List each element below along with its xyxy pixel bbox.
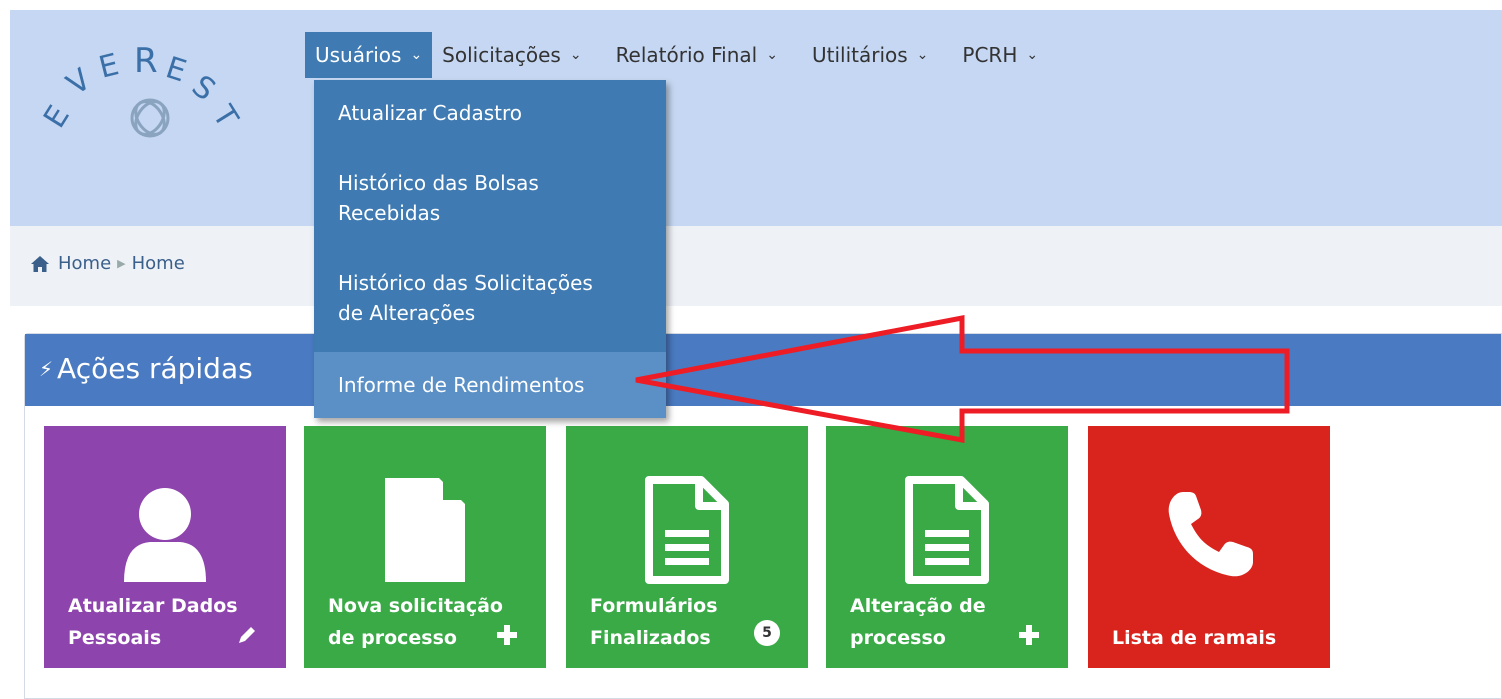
panel-title-text: Ações rápidas	[57, 352, 253, 385]
menu-item-atualizar-cadastro[interactable]: Atualizar Cadastro	[314, 98, 666, 128]
menu-item-informe-rendimentos[interactable]: Informe de Rendimentos	[314, 352, 666, 418]
tile-lista-ramais[interactable]: Lista de ramais	[1088, 426, 1330, 668]
menu-item-text: Histórico das Bolsas	[338, 171, 539, 195]
chevron-down-icon: ⌄	[766, 47, 778, 63]
panel-header: ⚡︎ Ações rápidas	[25, 334, 1501, 406]
svg-text:V: V	[61, 62, 98, 103]
svg-text:T: T	[205, 99, 245, 135]
nav-label: PCRH	[962, 43, 1018, 67]
svg-text:R: R	[134, 41, 158, 81]
count-badge: 5	[754, 620, 780, 646]
nav-pcrh[interactable]: PCRH ⌄	[952, 32, 1048, 78]
tile-label-line: Pessoais	[68, 627, 162, 649]
menu-item-text: Informe de Rendimentos	[338, 373, 585, 397]
menu-item-historico-solicitacoes[interactable]: Histórico das Solicitações de Alterações	[314, 268, 666, 328]
chevron-down-icon: ⌄	[569, 47, 582, 63]
breadcrumb-bar: Home ▶ Home	[10, 226, 1502, 306]
chevron-down-icon: ⌄	[1026, 47, 1039, 63]
breadcrumb-item-current: Home	[131, 253, 185, 274]
menu-item-text: Atualizar Cadastro	[338, 101, 523, 125]
svg-text:E: E	[162, 50, 191, 89]
tile-label-line: Nova solicitação	[328, 595, 503, 617]
tile-label: Formulários Finalizados	[590, 590, 718, 654]
usuarios-dropdown-menu: Atualizar Cadastro Histórico das Bolsas …	[314, 80, 666, 418]
tile-label: Nova solicitação de processo	[328, 590, 503, 654]
everest-logo[interactable]: E V E R E S T	[38, 32, 258, 152]
tile-label-line: Formulários	[590, 595, 718, 617]
home-icon	[31, 255, 49, 272]
top-header: E V E R E S T Usuários ⌄ Solicitações ⌄ …	[10, 10, 1502, 226]
breadcrumb: Home ▶ Home	[30, 253, 185, 274]
svg-text:E: E	[95, 47, 122, 86]
nav-utilitarios[interactable]: Utilitários ⌄	[802, 32, 938, 78]
tile-label-line: Lista de ramais	[1112, 627, 1277, 649]
plus-icon	[1019, 625, 1039, 645]
caret-right-icon: ▶	[117, 257, 126, 270]
tile-atualizar-dados[interactable]: Atualizar Dados Pessoais	[44, 426, 286, 668]
file-icon	[385, 478, 465, 582]
svg-text:S: S	[185, 69, 222, 108]
tile-label: Lista de ramais	[1112, 622, 1276, 654]
user-icon	[124, 488, 206, 582]
plus-icon	[497, 625, 517, 645]
nav-label: Relatório Final	[615, 43, 758, 67]
tile-label-line: de processo	[328, 627, 457, 649]
nav-label: Usuários	[315, 43, 402, 67]
phone-icon	[1168, 492, 1253, 577]
tile-label-line: processo	[850, 627, 946, 649]
tile-label-line: Finalizados	[590, 627, 711, 649]
menu-item-text: Recebidas	[338, 201, 441, 225]
nav-label: Solicitações	[442, 43, 561, 67]
tile-alteracao-processo[interactable]: Alteração de processo	[826, 426, 1068, 668]
bolt-icon: ⚡︎	[39, 356, 54, 381]
panel-title: ⚡︎ Ações rápidas	[39, 352, 253, 385]
menu-item-historico-bolsas[interactable]: Histórico das Bolsas Recebidas	[314, 168, 666, 228]
pencil-icon	[239, 627, 255, 643]
file-text-icon	[645, 476, 729, 584]
tile-nova-solicitacao[interactable]: Nova solicitação de processo	[304, 426, 546, 668]
tile-label-line: Alteração de	[850, 595, 986, 617]
chevron-down-icon: ⌄	[410, 47, 423, 63]
svg-text:E: E	[38, 100, 77, 135]
tile-label-line: Atualizar Dados	[68, 595, 238, 617]
nav-label: Utilitários	[811, 43, 908, 67]
nav-relatorio-final[interactable]: Relatório Final ⌄	[606, 32, 788, 78]
file-text-icon	[905, 476, 989, 584]
tile-label: Atualizar Dados Pessoais	[68, 590, 238, 654]
main-nav: Usuários ⌄ Solicitações ⌄ Relatório Fina…	[305, 32, 1048, 78]
nav-solicitacoes[interactable]: Solicitações ⌄	[432, 32, 591, 78]
menu-item-text: Histórico das Solicitações	[338, 271, 593, 295]
tile-label: Alteração de processo	[850, 590, 986, 654]
nav-usuarios[interactable]: Usuários ⌄	[305, 32, 433, 78]
chevron-down-icon: ⌄	[916, 47, 929, 63]
menu-item-text: de Alterações	[338, 301, 476, 325]
tile-formularios-finalizados[interactable]: Formulários Finalizados 5	[566, 426, 808, 668]
breadcrumb-item-home[interactable]: Home	[58, 253, 111, 274]
